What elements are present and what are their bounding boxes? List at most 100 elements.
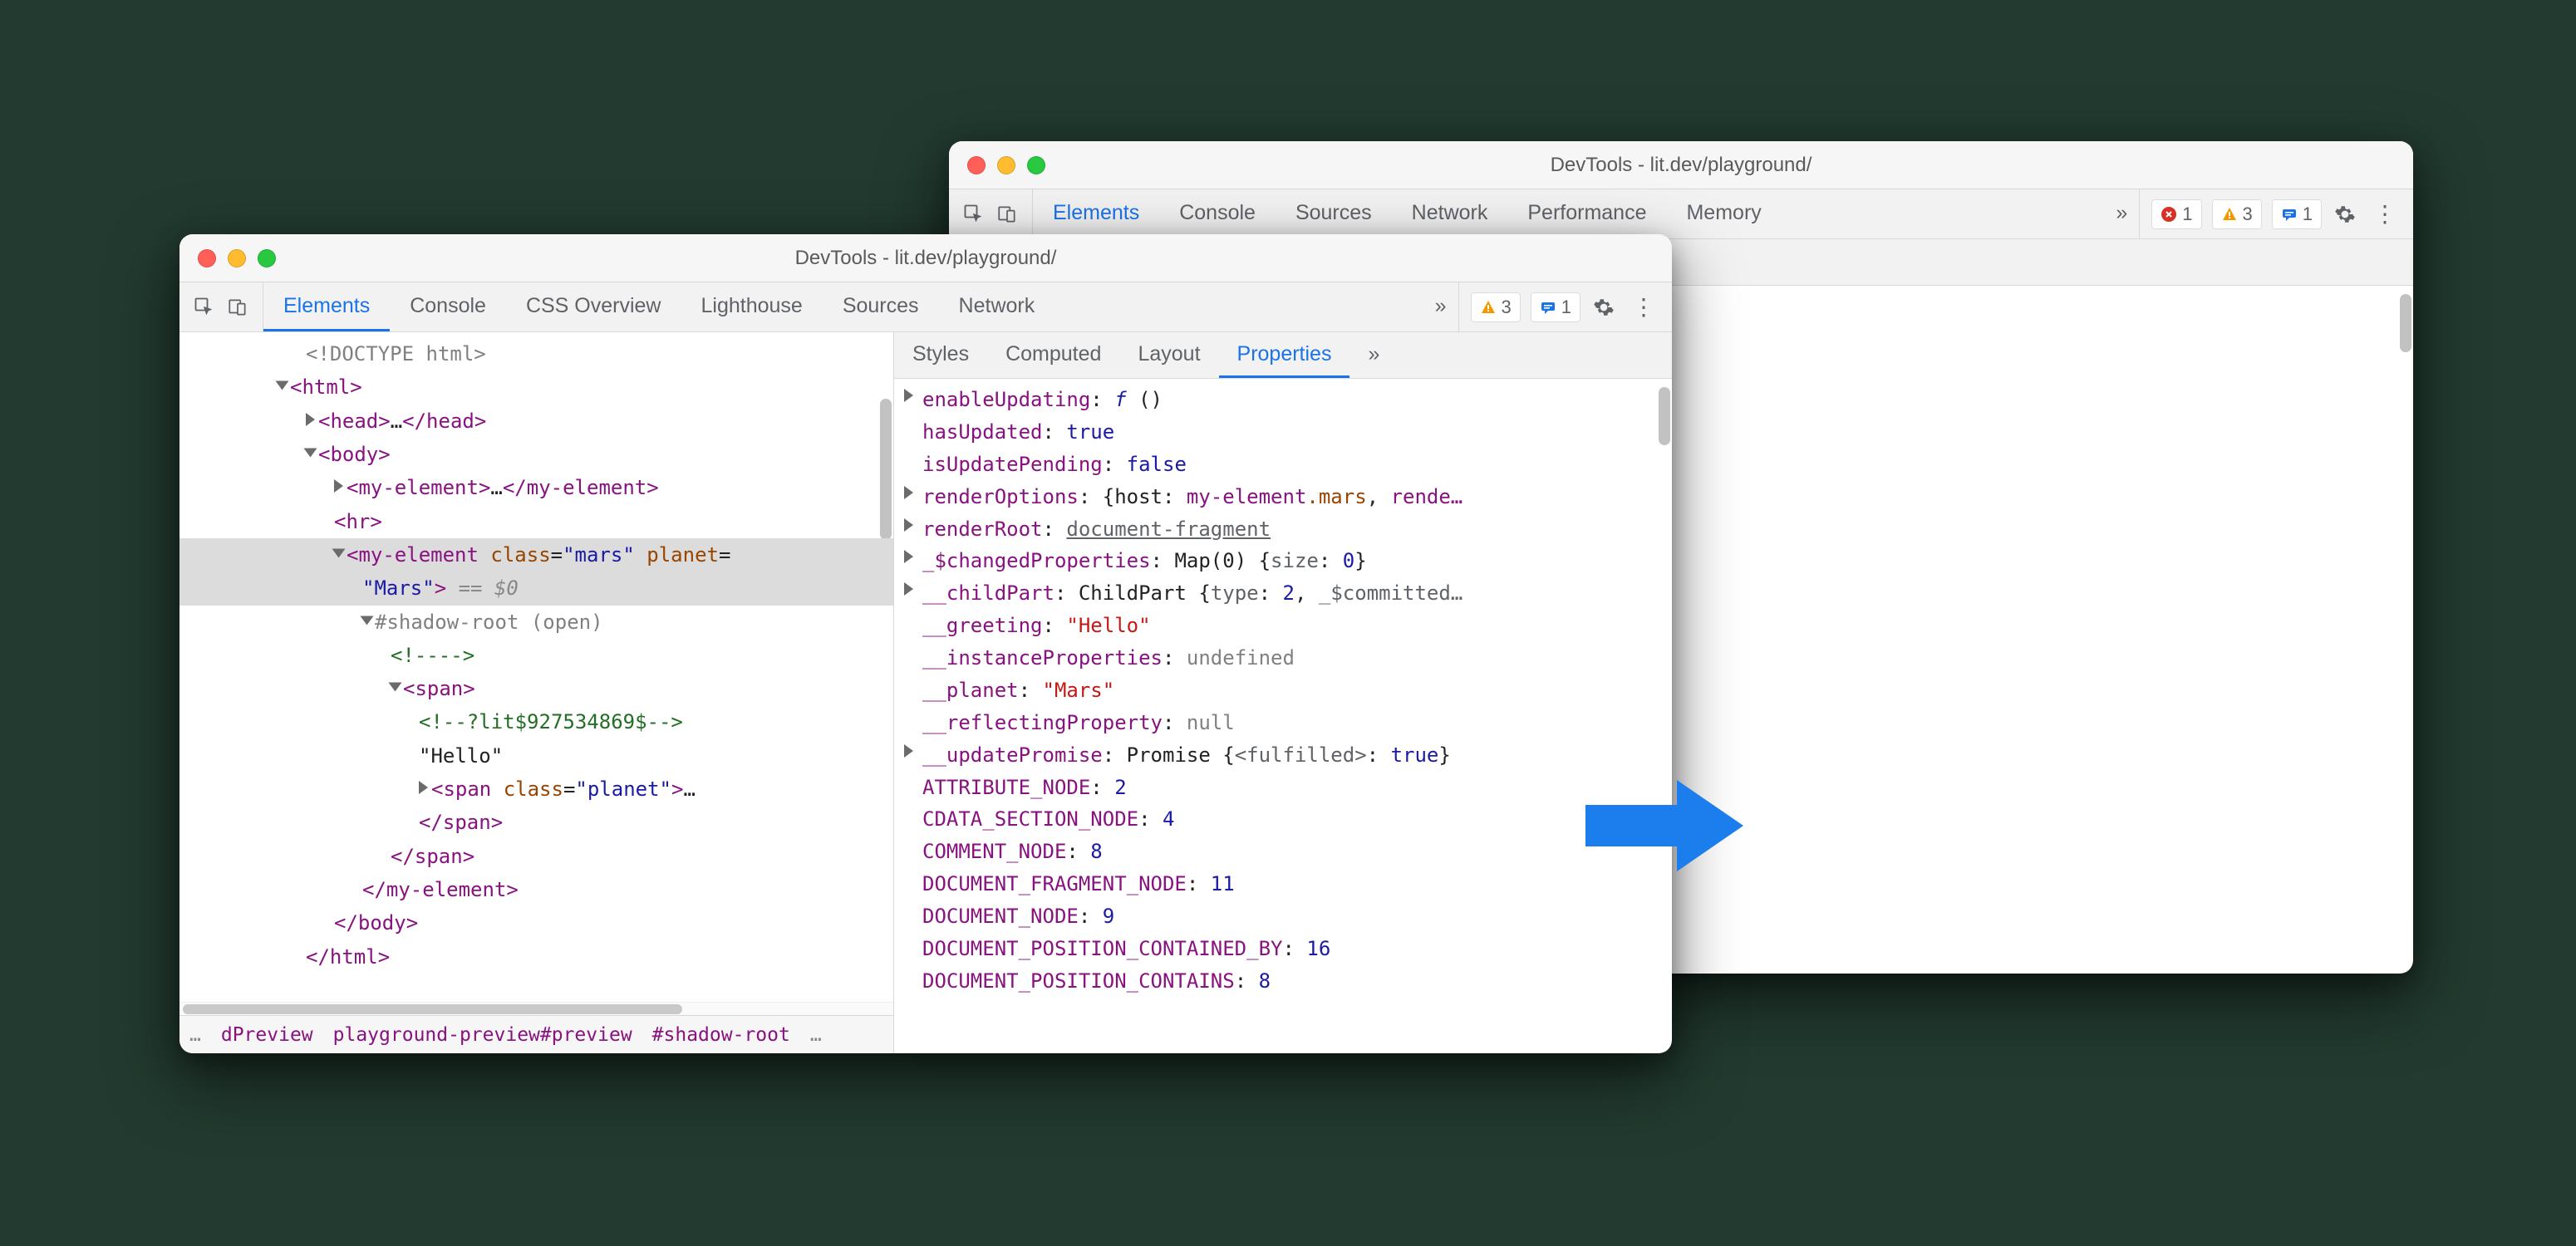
dom-node[interactable]: <head>…</head> [179, 405, 893, 438]
titlebar: DevTools - lit.dev/playground/ [949, 141, 2413, 189]
property-row[interactable]: __updatePromise: Promise {<fulfilled>: t… [901, 739, 1660, 772]
subtabs-overflow-icon[interactable]: » [1349, 332, 1398, 378]
messages-count: 1 [2303, 204, 2313, 225]
tab-console[interactable]: Console [390, 282, 506, 331]
dom-node[interactable]: "Hello" [179, 739, 893, 773]
window-zoom-icon[interactable] [1027, 156, 1045, 174]
scrollbar-thumb[interactable] [2400, 294, 2411, 352]
window-minimize-icon[interactable] [997, 156, 1015, 174]
messages-badge[interactable]: 1 [1531, 292, 1581, 322]
warning-count: 3 [2243, 204, 2253, 225]
more-menu-icon[interactable]: ⋮ [1627, 293, 1660, 321]
warning-badge[interactable]: 3 [2212, 199, 2262, 229]
tab-network[interactable]: Network [939, 282, 1055, 331]
property-row[interactable]: __greeting: "Hello" [901, 610, 1660, 642]
tab-elements[interactable]: Elements [1033, 189, 1159, 238]
gear-icon[interactable] [1590, 294, 1617, 321]
tab-lighthouse[interactable]: Lighthouse [681, 282, 823, 331]
window-title: DevTools - lit.dev/playground/ [179, 247, 1672, 270]
tab-sources[interactable]: Sources [1276, 189, 1392, 238]
dom-node[interactable]: </html> [179, 940, 893, 974]
dom-node[interactable]: <html> [179, 370, 893, 404]
window-minimize-icon[interactable] [228, 249, 246, 267]
error-count: 1 [2182, 204, 2192, 225]
messages-badge[interactable]: 1 [2272, 199, 2322, 229]
elements-tree-pane: ⋯ <!DOCTYPE html><html><head>…</head><bo… [179, 332, 894, 1053]
dom-node[interactable]: <!--?lit$927534869$--> [179, 705, 893, 738]
properties-list: enableUpdating: f ()hasUpdated: trueisUp… [894, 379, 1672, 1053]
warning-count: 3 [1502, 297, 1512, 318]
gear-icon[interactable] [2332, 201, 2358, 228]
subtab-properties[interactable]: Properties [1219, 332, 1350, 378]
dom-node[interactable]: <span class="planet">… [179, 773, 893, 806]
dom-tree[interactable]: <!DOCTYPE html><html><head>…</head><body… [179, 332, 893, 1002]
property-row[interactable]: hasUpdated: true [901, 416, 1660, 449]
dom-node[interactable]: </span> [179, 806, 893, 839]
property-row[interactable]: renderOptions: {host: my-element.mars, r… [901, 481, 1660, 513]
subtab-layout[interactable]: Layout [1119, 332, 1218, 378]
tab-console[interactable]: Console [1159, 189, 1276, 238]
dom-node[interactable]: </body> [179, 906, 893, 939]
property-row[interactable]: DOCUMENT_POSITION_CONTAINS: 8 [901, 965, 1660, 998]
property-row[interactable]: DOCUMENT_POSITION_CONTAINED_BY: 16 [901, 933, 1660, 965]
tab-elements[interactable]: Elements [263, 282, 390, 331]
inspect-icon[interactable] [961, 201, 987, 228]
dom-node[interactable]: </span> [179, 840, 893, 873]
devtools-window-front: DevTools - lit.dev/playground/ ElementsC… [179, 234, 1672, 1053]
property-row[interactable]: ATTRIBUTE_NODE: 2 [901, 772, 1660, 804]
tab-css-overview[interactable]: CSS Overview [506, 282, 681, 331]
breadcrumb-item[interactable]: #shadow-root [652, 1024, 790, 1046]
horizontal-scrollbar[interactable] [179, 1002, 893, 1015]
main-toolbar: ElementsConsoleSourcesNetworkPerformance… [949, 189, 2413, 239]
crumbs-overflow-right[interactable]: … [810, 1024, 822, 1046]
subtab-styles[interactable]: Styles [894, 332, 987, 378]
property-row[interactable]: __childPart: ChildPart {type: 2, _$commi… [901, 577, 1660, 610]
dom-node[interactable]: <body> [179, 438, 893, 471]
tab-performance[interactable]: Performance [1507, 189, 1666, 238]
tab-memory[interactable]: Memory [1666, 189, 1781, 238]
subtab-computed[interactable]: Computed [987, 332, 1119, 378]
property-row[interactable]: DOCUMENT_FRAGMENT_NODE: 11 [901, 868, 1660, 900]
breadcrumb-bar: … dPreview playground-preview#preview #s… [179, 1015, 893, 1053]
dom-node-selected[interactable]: <my-element class="mars" planet= [179, 538, 893, 571]
property-row[interactable]: COMMENT_NODE: 8 [901, 836, 1660, 868]
error-badge[interactable]: 1 [2151, 199, 2201, 229]
dom-node[interactable]: <my-element>…</my-element> [179, 471, 893, 504]
dom-node[interactable]: </my-element> [179, 873, 893, 906]
tabs-overflow-icon[interactable]: » [2104, 189, 2139, 238]
window-close-icon[interactable] [967, 156, 986, 174]
window-zoom-icon[interactable] [258, 249, 276, 267]
device-toggle-icon[interactable] [994, 201, 1020, 228]
window-close-icon[interactable] [198, 249, 216, 267]
side-subtabs: StylesComputedLayoutProperties» [894, 332, 1672, 379]
more-menu-icon[interactable]: ⋮ [2368, 200, 2401, 228]
tabs-overflow-icon[interactable]: » [1423, 282, 1458, 331]
scrollbar-thumb[interactable] [1659, 387, 1670, 445]
breadcrumb-item[interactable]: playground-preview#preview [333, 1024, 632, 1046]
inspect-icon[interactable] [191, 294, 218, 321]
property-row[interactable]: __instanceProperties: undefined [901, 642, 1660, 675]
device-toggle-icon[interactable] [224, 294, 251, 321]
dom-node[interactable]: <hr> [179, 505, 893, 538]
tab-network[interactable]: Network [1392, 189, 1508, 238]
dom-node-selected[interactable]: "Mars"> == $0 [179, 571, 893, 605]
property-row[interactable]: __planet: "Mars" [901, 675, 1660, 707]
property-row[interactable]: isUpdatePending: false [901, 449, 1660, 481]
property-row[interactable]: _$changedProperties: Map(0) {size: 0} [901, 545, 1660, 577]
property-row[interactable]: DOCUMENT_NODE: 9 [901, 900, 1660, 933]
tab-sources[interactable]: Sources [823, 282, 939, 331]
property-row[interactable]: renderRoot: document-fragment [901, 513, 1660, 546]
dom-node[interactable]: #shadow-root (open) [179, 606, 893, 639]
crumbs-overflow-left[interactable]: … [189, 1024, 201, 1046]
dom-node[interactable]: <!----> [179, 639, 893, 672]
dom-node[interactable]: <!DOCTYPE html> [179, 337, 893, 370]
titlebar: DevTools - lit.dev/playground/ [179, 234, 1672, 282]
warning-badge[interactable]: 3 [1471, 292, 1521, 322]
main-toolbar: ElementsConsoleCSS OverviewLighthouseSou… [179, 282, 1672, 332]
dom-node[interactable]: <span> [179, 672, 893, 705]
property-row[interactable]: enableUpdating: f () [901, 384, 1660, 416]
property-row[interactable]: __reflectingProperty: null [901, 707, 1660, 739]
messages-count: 1 [1561, 297, 1571, 318]
breadcrumb-item[interactable]: dPreview [221, 1024, 313, 1046]
property-row[interactable]: CDATA_SECTION_NODE: 4 [901, 803, 1660, 836]
